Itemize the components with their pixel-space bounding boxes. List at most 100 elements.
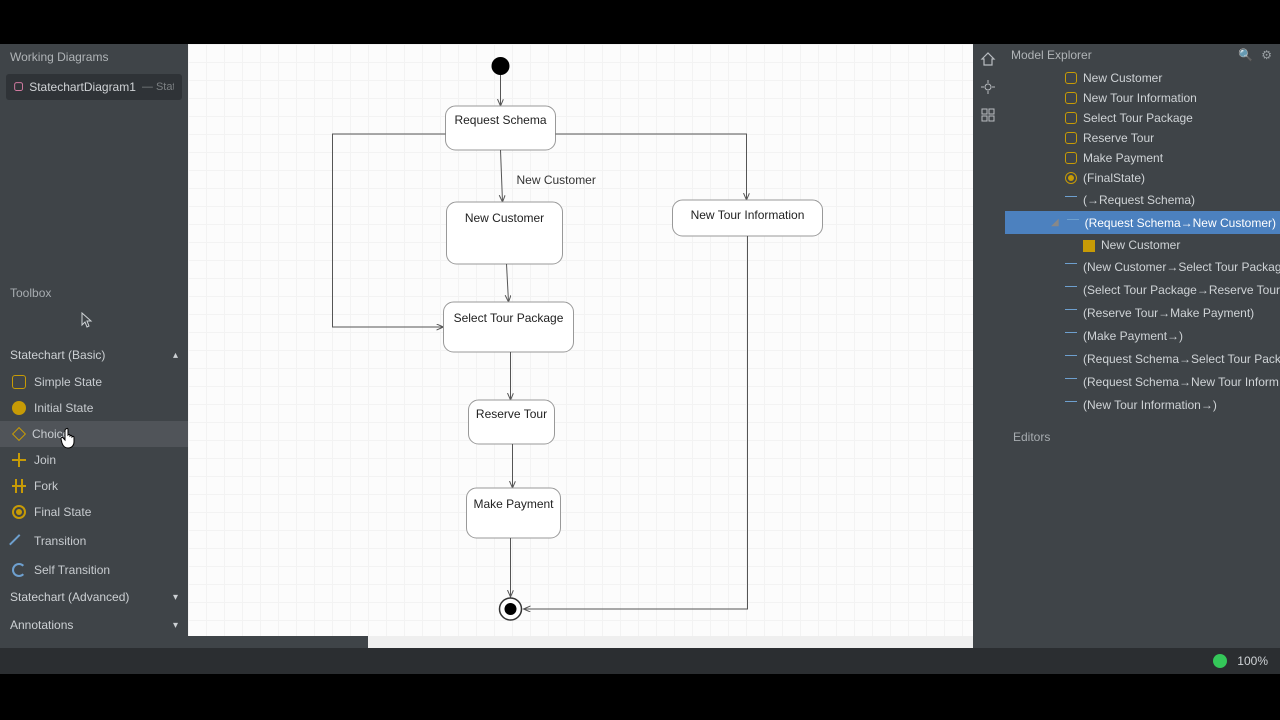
tree-item-state[interactable]: New Tour Information	[1005, 88, 1280, 108]
diagram-tab-label: StatechartDiagram1	[29, 80, 136, 94]
right-panel: Model Explorer 🔍 ⚙ New Customer New Tour…	[1003, 44, 1280, 648]
tree-label: (Reserve Tour→Make Payment)	[1083, 306, 1254, 320]
diagram-canvas[interactable]: Request Schema New Customer New Customer…	[188, 44, 973, 648]
initial-state-node[interactable]	[492, 57, 510, 75]
tool-initial-state[interactable]: Initial State	[0, 395, 188, 421]
state-label: Reserve Tour	[476, 407, 547, 421]
tree-label: New Tour Information	[1083, 91, 1197, 105]
tree-label: (New Tour Information→)	[1083, 398, 1217, 412]
tree-item-transition[interactable]: (Make Payment→)	[1005, 324, 1280, 347]
svg-text:New Tour Information: New Tour Information	[691, 208, 805, 222]
tree-item-state[interactable]: Reserve Tour	[1005, 128, 1280, 148]
app-root: Working Diagrams StatechartDiagram1 — St…	[0, 44, 1280, 648]
tree-item-transition[interactable]: (New Tour Information→)	[1005, 393, 1280, 416]
simple-state-icon	[12, 375, 26, 389]
zoom-level[interactable]: 100%	[1237, 654, 1268, 668]
self-transition-icon	[12, 563, 26, 577]
settings-icon[interactable]: ⚙	[1261, 48, 1272, 62]
tool-fork[interactable]: Fork	[0, 473, 188, 499]
tree-item-state[interactable]: Make Payment	[1005, 148, 1280, 168]
tree-item-state[interactable]: New Customer	[1005, 68, 1280, 88]
tree-item-transition[interactable]: (Request Schema→Select Tour Pack	[1005, 347, 1280, 370]
collapse-icon[interactable]: ◢	[1051, 217, 1061, 228]
state-make-payment[interactable]	[467, 488, 561, 538]
chevron-up-icon: ▴	[173, 350, 178, 361]
view-ribbon	[973, 44, 1003, 648]
tool-label: Fork	[34, 479, 58, 493]
tool-final-state[interactable]: Final State	[0, 499, 188, 525]
tree-item-transition[interactable]: (→Request Schema)	[1005, 188, 1280, 211]
tree-item-transition[interactable]: (Select Tour Package→Reserve Tour	[1005, 278, 1280, 301]
tool-self-transition[interactable]: Self Transition	[0, 557, 188, 583]
tool-label: Transition	[34, 534, 86, 548]
transition-icon	[9, 534, 29, 554]
diagram-tab-suffix: — StateM	[142, 81, 174, 93]
svg-text:New Customer: New Customer	[465, 211, 544, 225]
tree-item-trigger[interactable]: New Customer	[1005, 234, 1280, 255]
final-state-inner	[505, 603, 517, 615]
state-icon	[1065, 132, 1077, 144]
svg-text:Request Schema: Request Schema	[454, 113, 546, 127]
tree-item-transition-selected[interactable]: ◢(Request Schema→New Customer)	[1005, 211, 1280, 234]
state-icon	[1065, 72, 1077, 84]
tool-label: Join	[34, 453, 56, 467]
edge-newtour-to-final[interactable]	[524, 236, 748, 609]
tool-join[interactable]: Join	[0, 447, 188, 473]
edge-label: New Customer	[517, 173, 596, 187]
toolbox-pointer-tool[interactable]	[0, 306, 188, 341]
search-icon[interactable]: 🔍	[1238, 48, 1253, 62]
scrollbar-thumb[interactable]	[188, 636, 368, 648]
tree-item-transition[interactable]: (Reserve Tour→Make Payment)	[1005, 301, 1280, 324]
editors-header: Editors	[1003, 424, 1280, 450]
tree-label: (Request Schema→Select Tour Pack	[1083, 352, 1280, 366]
tree-label: (Make Payment→)	[1083, 329, 1183, 343]
tree-label: Reserve Tour	[1083, 131, 1154, 145]
grid-toggle-button[interactable]	[977, 104, 999, 126]
transition-icon	[1065, 286, 1077, 298]
state-label: Request Schema	[454, 113, 546, 127]
toolbox-section-annotations[interactable]: Annotations ▾	[0, 611, 188, 639]
transition-icon	[1065, 378, 1077, 390]
chevron-down-icon: ▾	[173, 592, 178, 603]
fork-icon	[12, 479, 26, 493]
tree-label: New Customer	[1083, 71, 1162, 85]
tree-item-transition[interactable]: (Request Schema→New Tour Inform	[1005, 370, 1280, 393]
toolbox-section-basic[interactable]: Statechart (Basic) ▴	[0, 341, 188, 369]
tool-choice[interactable]: Choice	[0, 421, 188, 447]
edge-request-to-select[interactable]	[333, 134, 446, 327]
state-select-tour-package[interactable]	[444, 302, 574, 352]
tree-item-transition[interactable]: (New Customer→Select Tour Packag	[1005, 255, 1280, 278]
transition-icon	[1065, 309, 1077, 321]
edge-request-to-newcustomer[interactable]	[501, 150, 503, 202]
edge-newcustomer-to-select[interactable]	[507, 264, 509, 302]
transition-icon	[1065, 196, 1077, 208]
transition-icon	[1067, 219, 1079, 231]
choice-icon	[12, 427, 26, 441]
tool-label: Choice	[32, 427, 69, 441]
tool-transition[interactable]: Transition	[0, 525, 188, 557]
model-tree[interactable]: New Customer New Tour Information Select…	[1003, 66, 1280, 418]
panel-tools: 🔍 ⚙	[1238, 48, 1272, 62]
final-state-icon	[1065, 172, 1077, 184]
canvas-horizontal-scrollbar[interactable]	[188, 636, 973, 648]
svg-text:Reserve Tour: Reserve Tour	[476, 407, 547, 421]
left-panel: Working Diagrams StatechartDiagram1 — St…	[0, 44, 188, 648]
toolbox-section-advanced[interactable]: Statechart (Advanced) ▾	[0, 583, 188, 611]
diagram-tab[interactable]: StatechartDiagram1 — StateM	[6, 74, 182, 100]
edge-request-to-newtour[interactable]	[556, 134, 747, 200]
svg-text:New Customer: New Customer	[517, 173, 596, 187]
statechart-icon	[14, 80, 23, 94]
join-icon	[12, 453, 26, 467]
state-icon	[1065, 92, 1077, 104]
tree-label: Select Tour Package	[1083, 111, 1193, 125]
locate-button[interactable]	[977, 76, 999, 98]
chevron-down-icon: ▾	[173, 620, 178, 631]
status-bar: 100%	[0, 648, 1280, 674]
tree-item-final-state[interactable]: (FinalState)	[1005, 168, 1280, 188]
home-view-button[interactable]	[977, 48, 999, 70]
tool-list-basic: Simple State Initial State Choice Join F…	[0, 369, 188, 583]
state-icon	[1065, 152, 1077, 164]
tree-item-state[interactable]: Select Tour Package	[1005, 108, 1280, 128]
tool-simple-state[interactable]: Simple State	[0, 369, 188, 395]
toolbox-section-annotations-label: Annotations	[10, 618, 73, 632]
